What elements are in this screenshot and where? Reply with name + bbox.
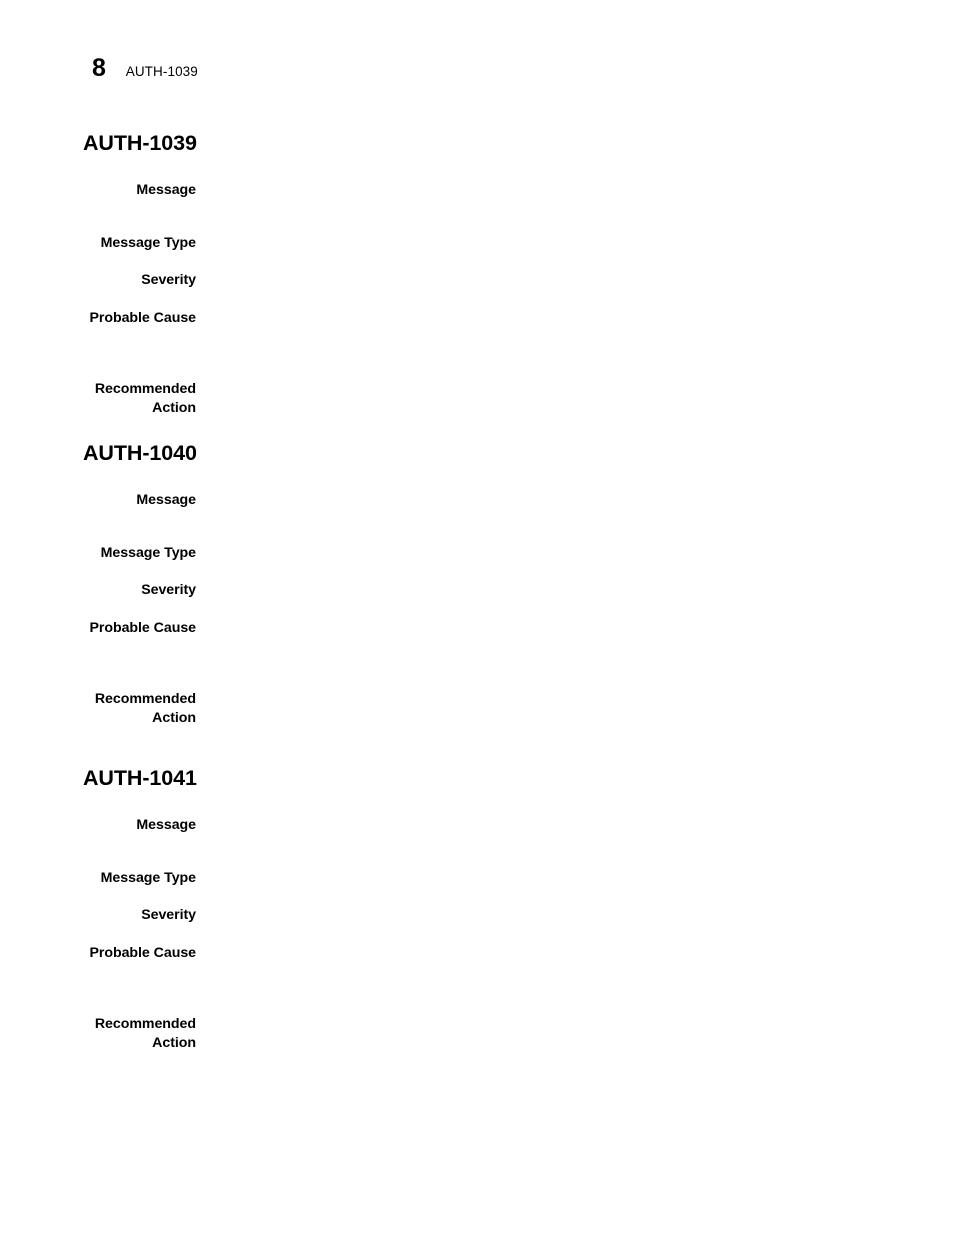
field-label-severity: Severity — [141, 272, 196, 288]
field-label-recommended-action: Recommended Action — [94, 381, 196, 416]
field-value-probable-cause — [196, 619, 954, 638]
field-label-message: Message — [136, 182, 196, 198]
document-page: 8 AUTH-1039 AUTH-1039 Message Message Type… — [0, 0, 954, 1235]
field-value-recommended-action — [196, 1015, 954, 1034]
field-row: Message Type — [0, 869, 954, 888]
field-row: Recommended Action — [0, 380, 954, 418]
field-label-severity: Severity — [141, 582, 196, 598]
field-label-message: Message — [136, 492, 196, 508]
field-value-message — [196, 491, 954, 510]
field-value-message-type — [196, 234, 954, 253]
field-label-probable-cause: Probable Cause — [89, 620, 196, 636]
field-label-recommended-action: Recommended Action — [94, 1016, 196, 1051]
section-heading: AUTH-1040 — [83, 441, 197, 465]
field-value-severity — [196, 906, 954, 925]
field-label-message-type: Message Type — [100, 235, 196, 251]
field-value-message-type — [196, 544, 954, 563]
field-value-recommended-action — [196, 690, 954, 709]
field-row: Probable Cause — [0, 309, 954, 328]
field-value-message — [196, 181, 954, 200]
field-row: Message Type — [0, 544, 954, 563]
field-row: Recommended Action — [0, 690, 954, 728]
field-row: Probable Cause — [0, 619, 954, 638]
field-row: Severity — [0, 906, 954, 925]
section-heading: AUTH-1041 — [83, 766, 197, 790]
field-value-probable-cause — [196, 944, 954, 963]
page-number: 8 — [92, 54, 106, 82]
field-value-severity — [196, 581, 954, 600]
field-label-message-type: Message Type — [100, 545, 196, 561]
field-row: Message — [0, 181, 954, 200]
field-row: Message Type — [0, 234, 954, 253]
field-row: Message — [0, 491, 954, 510]
field-label-message: Message — [136, 817, 196, 833]
section-heading: AUTH-1039 — [83, 131, 197, 155]
field-value-severity — [196, 271, 954, 290]
field-row: Probable Cause — [0, 944, 954, 963]
field-label-severity: Severity — [141, 907, 196, 923]
field-label-message-type: Message Type — [100, 870, 196, 886]
field-label-probable-cause: Probable Cause — [89, 310, 196, 326]
field-value-recommended-action — [196, 380, 954, 399]
running-header: 8 AUTH-1039 — [92, 56, 198, 81]
field-row: Message — [0, 816, 954, 835]
field-row: Recommended Action — [0, 1015, 954, 1053]
field-value-message-type — [196, 869, 954, 888]
field-row: Severity — [0, 271, 954, 290]
field-label-recommended-action: Recommended Action — [94, 691, 196, 726]
field-value-probable-cause — [196, 309, 954, 328]
running-header-title: AUTH-1039 — [125, 64, 198, 79]
field-label-probable-cause: Probable Cause — [89, 945, 196, 961]
field-row: Severity — [0, 581, 954, 600]
field-value-message — [196, 816, 954, 835]
